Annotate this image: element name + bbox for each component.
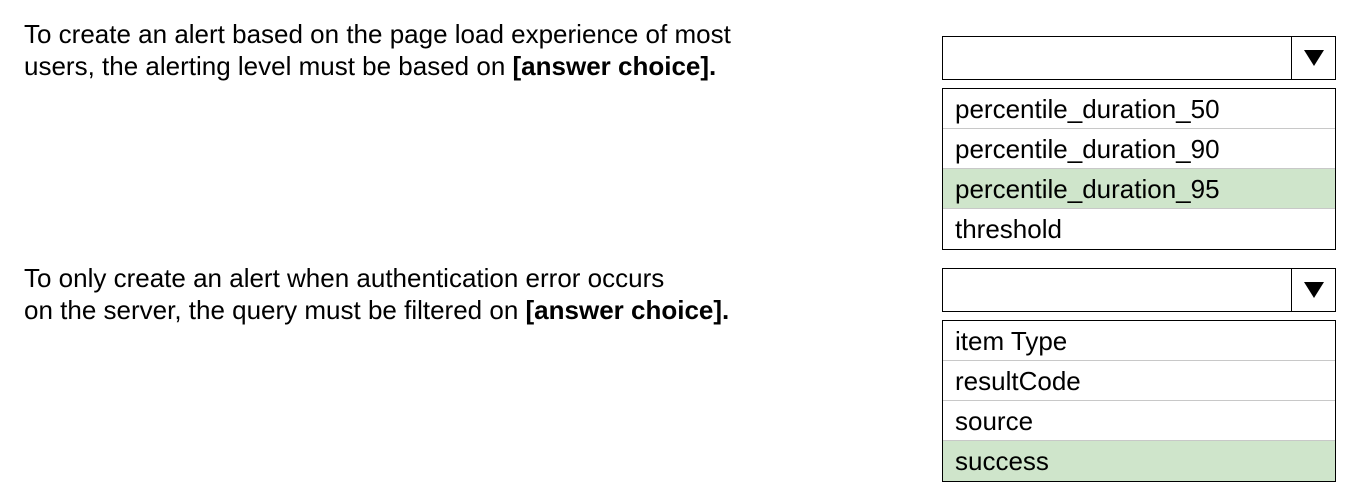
question-2-text: To only create an alert when authenticat… bbox=[24, 262, 729, 326]
dropdown-2-option[interactable]: resultCode bbox=[943, 361, 1335, 401]
dropdown-2-option-selected[interactable]: success bbox=[943, 441, 1335, 481]
question-2-line2: on the server, the query must be filtere… bbox=[24, 294, 729, 326]
dropdown-2-option[interactable]: source bbox=[943, 401, 1335, 441]
dropdown-2-select[interactable] bbox=[942, 268, 1336, 312]
question-1-text: To create an alert based on the page loa… bbox=[24, 18, 731, 82]
dropdown-1-option[interactable]: percentile_duration_50 bbox=[943, 89, 1335, 129]
dropdown-2-option[interactable]: item Type bbox=[943, 321, 1335, 361]
dropdown-1-select[interactable] bbox=[942, 36, 1336, 80]
dropdown-1-option-selected[interactable]: percentile_duration_95 bbox=[943, 169, 1335, 209]
dropdown-1-option[interactable]: percentile_duration_90 bbox=[943, 129, 1335, 169]
question-1-answer-placeholder: [answer choice]. bbox=[512, 51, 717, 81]
question-1-line2: users, the alerting level must be based … bbox=[24, 50, 731, 82]
dropdown-2-arrow-button[interactable] bbox=[1291, 269, 1335, 311]
answer-dropdown-1[interactable]: percentile_duration_50 percentile_durati… bbox=[942, 36, 1336, 250]
question-1-line2-text: users, the alerting level must be based … bbox=[24, 51, 513, 81]
chevron-down-icon bbox=[1303, 50, 1324, 66]
answer-dropdown-2[interactable]: item Type resultCode source success bbox=[942, 268, 1336, 482]
question-1-line1: To create an alert based on the page loa… bbox=[24, 19, 731, 49]
dropdown-1-option[interactable]: threshold bbox=[943, 209, 1335, 249]
dropdown-1-options: percentile_duration_50 percentile_durati… bbox=[942, 88, 1336, 250]
question-2-line2-text: on the server, the query must be filtere… bbox=[24, 295, 526, 325]
dropdown-1-arrow-button[interactable] bbox=[1291, 37, 1335, 79]
question-2-line1: To only create an alert when authenticat… bbox=[24, 263, 665, 293]
chevron-down-icon bbox=[1303, 282, 1324, 298]
question-2-answer-placeholder: [answer choice]. bbox=[525, 295, 730, 325]
dropdown-2-options: item Type resultCode source success bbox=[942, 320, 1336, 482]
